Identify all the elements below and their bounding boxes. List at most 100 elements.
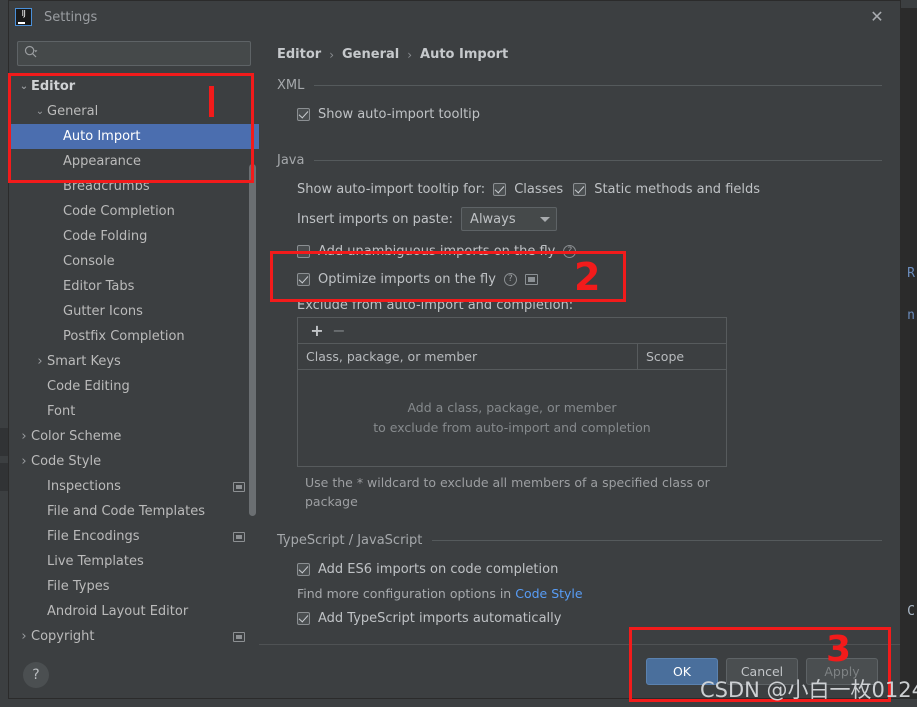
search-input[interactable] xyxy=(38,45,244,62)
row-add-es6-imports[interactable]: Add ES6 imports on code completion xyxy=(277,556,882,582)
chevron-right-icon[interactable]: › xyxy=(17,429,31,444)
sidebar-item-android-layout-editor[interactable]: Android Layout Editor xyxy=(9,599,259,624)
sidebar-item-smart-keys[interactable]: › Smart Keys xyxy=(9,349,259,374)
label-add-unambiguous-imports: Add unambiguous imports on the fly xyxy=(318,243,556,259)
sidebar-item-general[interactable]: ⌄ General xyxy=(9,99,259,124)
group-divider xyxy=(314,160,882,161)
bg-text-line3: C xyxy=(907,604,915,619)
column-header-class-package-member[interactable]: Class, package, or member xyxy=(298,344,638,369)
cancel-button[interactable]: Cancel xyxy=(726,658,798,685)
row-insert-imports-on-paste: Insert imports on paste: Always xyxy=(277,206,882,232)
breadcrumb-item-editor[interactable]: Editor xyxy=(277,47,321,62)
settings-badge-icon[interactable] xyxy=(524,273,538,285)
dialog-footer: OK Cancel Apply xyxy=(259,644,900,698)
checkbox-optimize-imports-on-the-fly[interactable] xyxy=(297,272,310,286)
search-box[interactable] xyxy=(17,41,251,66)
sidebar-item-label: Color Scheme xyxy=(31,429,122,444)
help-question-icon[interactable]: ? xyxy=(503,272,517,286)
sidebar-item-file-encodings[interactable]: File Encodings xyxy=(9,524,259,549)
sidebar-item-editor-tabs[interactable]: Editor Tabs xyxy=(9,274,259,299)
logo-text: IJ xyxy=(21,9,26,18)
checkbox-add-typescript-imports[interactable] xyxy=(297,611,310,625)
remove-exclusion-button[interactable]: − xyxy=(328,321,350,341)
chevron-right-icon[interactable]: › xyxy=(17,454,31,469)
sidebar-item-label: General xyxy=(47,104,99,119)
sidebar-item-label: Code Style xyxy=(31,454,102,469)
sidebar-item-label: Inspections xyxy=(47,479,121,494)
dropdown-insert-imports-on-paste[interactable]: Always xyxy=(461,207,558,231)
code-style-link[interactable]: Code Style xyxy=(515,586,582,601)
sidebar-item-code-style[interactable]: › Code Style xyxy=(9,449,259,474)
label-optimize-imports-on-the-fly: Optimize imports on the fly xyxy=(318,271,496,287)
sidebar-item-console[interactable]: Console xyxy=(9,249,259,274)
label-exclude-from-auto-import: Exclude from auto-import and completion: xyxy=(297,298,574,313)
settings-tree[interactable]: ⌄ Editor ⌄ General Auto Import Appearance Brea… xyxy=(9,72,259,652)
bg-text-line2: n xyxy=(907,308,915,323)
sidebar-item-label: File Encodings xyxy=(47,529,140,544)
group-java: Java xyxy=(277,153,882,168)
sidebar-item-code-editing[interactable]: Code Editing xyxy=(9,374,259,399)
help-question-icon[interactable]: ? xyxy=(563,244,577,258)
empty-state-line1: Add a class, package, or member xyxy=(407,400,617,415)
sidebar-item-live-templates[interactable]: Live Templates xyxy=(9,549,259,574)
exclude-table-toolbar: + − xyxy=(298,318,726,344)
close-icon[interactable]: ✕ xyxy=(868,8,886,26)
column-header-scope[interactable]: Scope xyxy=(638,344,726,369)
sidebar-item-label: Live Templates xyxy=(47,554,144,569)
label-insert-imports-on-paste: Insert imports on paste: xyxy=(297,211,454,227)
sidebar-item-file-and-code-templates[interactable]: File and Code Templates xyxy=(9,499,259,524)
help-icon[interactable]: ? xyxy=(23,662,49,688)
chevron-right-icon[interactable]: › xyxy=(17,629,31,644)
chevron-right-icon: › xyxy=(407,47,413,62)
apply-button[interactable]: Apply xyxy=(806,658,878,685)
group-title-xml: XML xyxy=(277,78,305,93)
checkbox-add-unambiguous-imports[interactable] xyxy=(297,244,310,258)
chevron-right-icon[interactable]: › xyxy=(33,354,47,369)
dialog-titlebar: IJ Settings ✕ xyxy=(9,1,900,33)
checkbox-show-auto-import-tooltip[interactable] xyxy=(297,107,310,121)
sidebar-scrollbar[interactable] xyxy=(249,164,256,516)
checkbox-add-es6-imports[interactable] xyxy=(297,562,310,576)
ok-button[interactable]: OK xyxy=(646,658,718,685)
sidebar-item-label: Breadcrumbs xyxy=(63,179,150,194)
sidebar-item-copyright[interactable]: › Copyright xyxy=(9,624,259,649)
content-scroll-area: Editor › General › Auto Import XML Show … xyxy=(259,33,900,644)
label-show-tooltip-for: Show auto-import tooltip for: xyxy=(297,181,486,197)
sidebar-item-gutter-icons[interactable]: Gutter Icons xyxy=(9,299,259,324)
breadcrumb-item-general[interactable]: General xyxy=(342,47,399,62)
sidebar-item-font[interactable]: Font xyxy=(9,399,259,424)
empty-state-line2: to exclude from auto-import and completi… xyxy=(373,420,651,435)
sidebar-item-auto-import[interactable]: Auto Import xyxy=(9,124,259,149)
exclude-table-header: Class, package, or member Scope xyxy=(298,344,726,370)
config-note-prefix: Find more configuration options in xyxy=(297,586,516,601)
sidebar-item-color-scheme[interactable]: › Color Scheme xyxy=(9,424,259,449)
row-add-typescript-imports[interactable]: Add TypeScript imports automatically xyxy=(277,605,882,631)
sidebar-item-file-types[interactable]: File Types xyxy=(9,574,259,599)
sidebar-item-inspections[interactable]: Inspections xyxy=(9,474,259,499)
sidebar-item-postfix-completion[interactable]: Postfix Completion xyxy=(9,324,259,349)
dialog-title: Settings xyxy=(44,9,98,25)
sidebar-item-code-completion[interactable]: Code Completion xyxy=(9,199,259,224)
checkbox-classes[interactable] xyxy=(493,182,507,196)
sidebar-item-label: Gutter Icons xyxy=(63,304,143,319)
label-classes: Classes xyxy=(514,181,564,197)
chevron-down-icon[interactable]: ⌄ xyxy=(33,106,47,116)
sidebar-item-breadcrumbs[interactable]: Breadcrumbs xyxy=(9,174,259,199)
sidebar-item-label: Auto Import xyxy=(63,129,141,144)
sidebar-item-code-folding[interactable]: Code Folding xyxy=(9,224,259,249)
add-exclusion-button[interactable]: + xyxy=(306,321,328,341)
sidebar-item-label: Code Folding xyxy=(63,229,148,244)
project-scope-badge-icon xyxy=(233,481,245,492)
row-show-auto-import-tooltip[interactable]: Show auto-import tooltip xyxy=(277,101,882,127)
chevron-down-icon[interactable]: ⌄ xyxy=(17,81,31,91)
search-wrapper xyxy=(9,33,259,72)
sidebar-item-appearance[interactable]: Appearance xyxy=(9,149,259,174)
label-static-methods-and-fields: Static methods and fields xyxy=(594,181,761,197)
sidebar-item-editor[interactable]: ⌄ Editor xyxy=(9,74,259,99)
exclude-table: + − Class, package, or member Scope Add … xyxy=(297,317,727,467)
row-add-unambiguous-imports[interactable]: Add unambiguous imports on the fly ? xyxy=(277,238,882,264)
checkbox-static-methods-and-fields[interactable] xyxy=(573,182,587,196)
sidebar-item-label: Console xyxy=(63,254,115,269)
row-optimize-imports[interactable]: Optimize imports on the fly ? xyxy=(277,266,882,292)
sidebar-item-label: Code Completion xyxy=(63,204,175,219)
